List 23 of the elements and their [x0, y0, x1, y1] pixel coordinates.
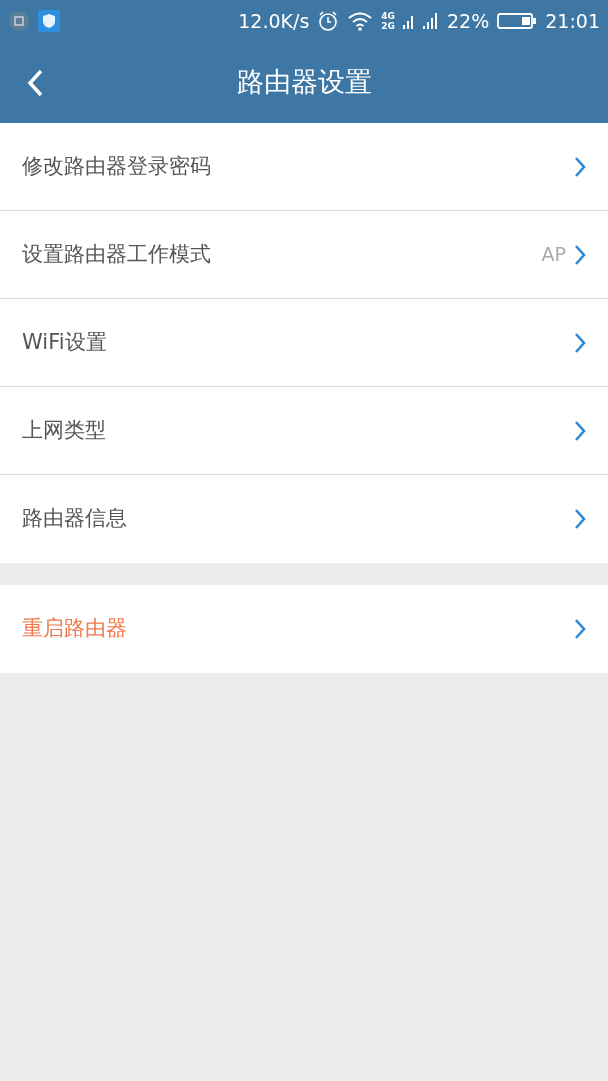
clock-text: 21:01: [545, 8, 600, 34]
battery-percent-text: 22%: [447, 8, 490, 34]
battery-icon: [497, 11, 538, 31]
menu-item[interactable]: 修改路由器登录密码: [0, 123, 608, 211]
page-title: 路由器设置: [236, 65, 372, 100]
chevron-right-icon: [574, 618, 586, 640]
screenshot-icon: [8, 10, 30, 32]
menu-item[interactable]: 路由器信息: [0, 475, 608, 563]
chevron-right-icon: [574, 243, 586, 266]
chevron-right-icon: [574, 508, 586, 530]
chevron-right-icon: [574, 155, 586, 178]
network-type-label: 4G: [381, 11, 395, 21]
menu-item[interactable]: 上网类型: [0, 387, 608, 475]
chevron-right-icon: [574, 419, 586, 442]
alarm-icon: [317, 10, 340, 32]
shield-icon: [38, 10, 60, 32]
network-speed-text: 12.0K/s: [238, 8, 310, 34]
menu-item[interactable]: WiFi设置: [0, 299, 608, 387]
wifi-icon: [347, 11, 374, 31]
menu-item[interactable]: 设置路由器工作模式 AP: [0, 211, 608, 299]
chevron-right-icon: [574, 331, 586, 354]
network-type-label: 2G: [381, 21, 395, 31]
signal-icon: [423, 11, 439, 31]
